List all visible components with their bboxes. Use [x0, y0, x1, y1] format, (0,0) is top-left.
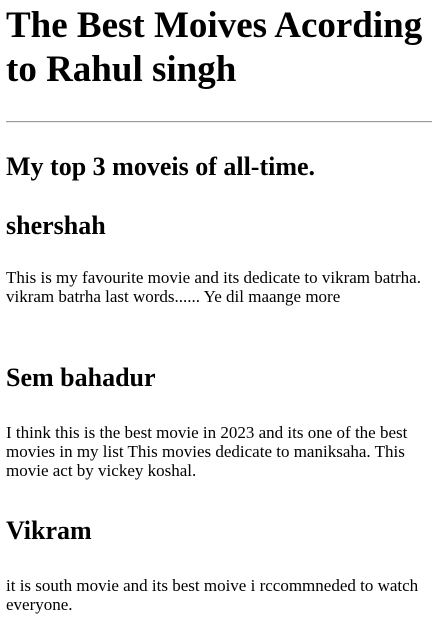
movie-description-shershah: This is my favourite movie and its dedic… [6, 268, 421, 306]
movie-title-shershah: shershah [6, 211, 106, 240]
page: The Best Moives Acording to Rahul singh … [0, 0, 437, 622]
movie-title-sem-bahadur: Sem bahadur [6, 363, 156, 392]
page-title: The Best Moives Acording to Rahul singh [6, 5, 423, 90]
movie-description-sem-bahadur: I think this is the best movie in 2023 a… [6, 423, 408, 480]
divider [6, 121, 432, 123]
section-subtitle: My top 3 moveis of all-time. [6, 152, 316, 181]
movie-title-vikram: Vikram [6, 516, 92, 545]
movie-description-vikram: it is south movie and its best moive i r… [6, 576, 419, 614]
